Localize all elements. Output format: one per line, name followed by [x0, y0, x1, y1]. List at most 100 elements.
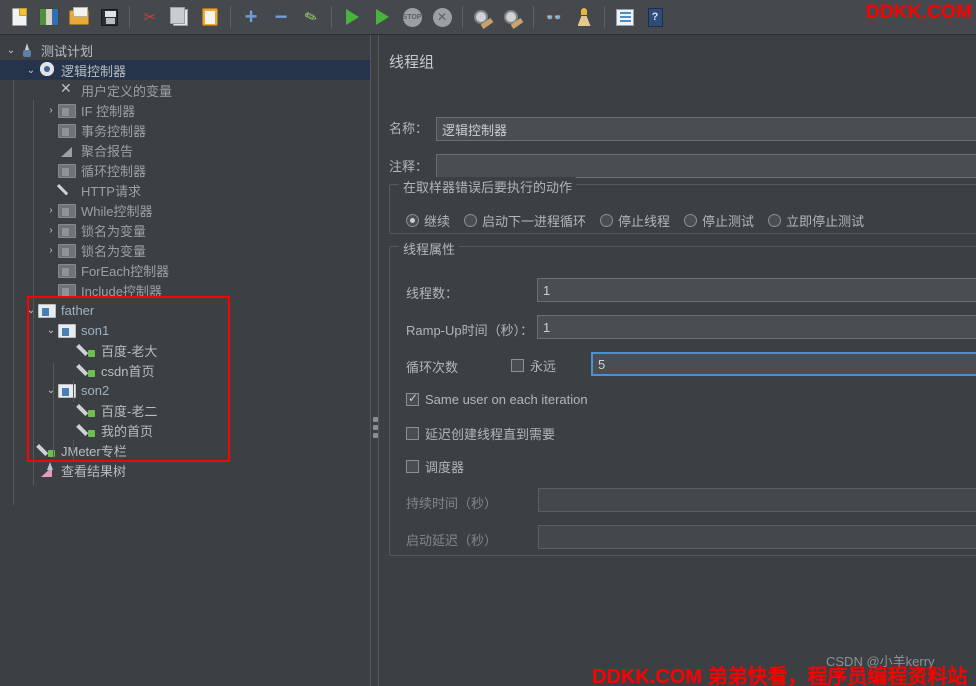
- scheduler-checkbox[interactable]: [406, 460, 419, 473]
- help-icon[interactable]: ?: [640, 2, 670, 32]
- tree-node[interactable]: › While控制器: [0, 200, 370, 220]
- expand-all-icon[interactable]: +: [236, 2, 266, 32]
- cut-icon[interactable]: ✂: [135, 2, 165, 32]
- start-icon[interactable]: [337, 2, 367, 32]
- error-action-radio[interactable]: 立即停止测试: [768, 211, 864, 230]
- start-no-pauses-icon[interactable]: [367, 2, 397, 32]
- gear-icon: [38, 62, 56, 78]
- tree-node[interactable]: ·百度-老二: [0, 400, 370, 420]
- error-action-radio[interactable]: 继续: [406, 211, 450, 230]
- tree-node[interactable]: ⌄ son1: [0, 320, 370, 340]
- log-viewer-icon[interactable]: [610, 2, 640, 32]
- error-action-radio-label: 继续: [424, 214, 451, 229]
- tree-node-label: 聚合报告: [81, 143, 134, 159]
- tree-node[interactable]: ⌄ son2: [0, 380, 370, 400]
- tree-node[interactable]: · 用户定义的变量: [0, 80, 370, 100]
- controller-icon: [58, 263, 76, 278]
- shutdown-icon[interactable]: ✕: [427, 2, 457, 32]
- toggle-icon[interactable]: ✎: [296, 2, 326, 32]
- chevron-down-icon[interactable]: ⌄: [44, 325, 58, 336]
- error-action-radio[interactable]: 停止测试: [684, 211, 754, 230]
- divider-grip[interactable]: [373, 417, 378, 441]
- paste-icon[interactable]: [195, 2, 225, 32]
- tree-node[interactable]: · ForEach控制器: [0, 260, 370, 280]
- rampup-input[interactable]: [537, 315, 976, 339]
- radio-indicator[interactable]: [768, 214, 782, 227]
- chevron-down-icon[interactable]: ⌄: [44, 385, 58, 396]
- tree-node[interactable]: › IF 控制器: [0, 100, 370, 120]
- radio-indicator[interactable]: [684, 214, 698, 227]
- error-action-radio-label: 启动下一进程循环: [482, 214, 587, 229]
- tree-node[interactable]: ·JMeter专栏: [0, 440, 370, 460]
- name-input[interactable]: [436, 117, 976, 141]
- tree-node[interactable]: ⌄ 逻辑控制器: [0, 60, 370, 80]
- rampup-label: Ramp-Up时间（秒）：: [406, 323, 534, 338]
- pen-green-icon: [78, 342, 96, 358]
- test-plan-tree[interactable]: ⌄测试计划⌄逻辑控制器·用户定义的变量›IF 控制器·事务控制器·聚合报告·循环…: [0, 35, 370, 686]
- tree-node-label: 百度-老大: [101, 343, 158, 359]
- radio-indicator[interactable]: [464, 214, 478, 227]
- delay-create-label: 延迟创建线程直到需要: [425, 427, 556, 442]
- tree-node-label: 逻辑控制器: [61, 63, 127, 79]
- open-folder-icon[interactable]: [64, 2, 94, 32]
- copy-icon[interactable]: [165, 2, 195, 32]
- startup-delay-input[interactable]: [538, 525, 976, 549]
- tree-node[interactable]: ·csdn首页: [0, 360, 370, 380]
- comment-input[interactable]: [436, 154, 976, 178]
- sampler-error-action-title: 在取样器错误后要执行的动作: [399, 177, 577, 196]
- delay-create-checkbox[interactable]: [406, 427, 419, 440]
- tree-node[interactable]: › 锁名为变量: [0, 220, 370, 240]
- tree-node[interactable]: ⌄ father: [0, 300, 370, 320]
- tree-node-label: son2: [81, 382, 110, 398]
- tree-node[interactable]: ·我的首页: [0, 420, 370, 440]
- error-action-radio[interactable]: 停止线程: [600, 211, 670, 230]
- reset-search-broom-icon[interactable]: [569, 2, 599, 32]
- chevron-right-icon[interactable]: ›: [44, 105, 58, 116]
- tree-node-label: Include控制器: [81, 283, 162, 299]
- tree-node[interactable]: · Include控制器: [0, 280, 370, 300]
- chevron-right-icon[interactable]: ›: [44, 245, 58, 256]
- tree-node[interactable]: ⌄ 测试计划: [0, 40, 370, 60]
- tree-node[interactable]: ·百度-老大: [0, 340, 370, 360]
- tree-spacer: ·: [44, 285, 58, 296]
- radio-indicator[interactable]: [406, 214, 419, 227]
- forever-checkbox-row[interactable]: 永远: [511, 356, 556, 375]
- threads-input[interactable]: [537, 278, 976, 302]
- tree-node[interactable]: · 聚合报告: [0, 140, 370, 160]
- scheduler-checkbox-row[interactable]: 调度器: [406, 457, 464, 476]
- error-action-radio[interactable]: 启动下一进程循环: [464, 211, 586, 230]
- forever-checkbox[interactable]: [511, 359, 524, 372]
- collapse-all-icon[interactable]: −: [266, 2, 296, 32]
- comment-row: 注释：: [389, 156, 434, 175]
- chevron-down-icon[interactable]: ⌄: [24, 65, 38, 76]
- tree-spacer: ·: [44, 185, 58, 196]
- tree-node[interactable]: · 查看结果树: [0, 460, 370, 480]
- tree-node-label: JMeter专栏: [61, 443, 127, 459]
- radio-indicator[interactable]: [600, 214, 614, 227]
- save-icon[interactable]: [94, 2, 124, 32]
- templates-icon[interactable]: [34, 2, 64, 32]
- chevron-right-icon[interactable]: ›: [44, 205, 58, 216]
- tree-node[interactable]: · HTTP请求: [0, 180, 370, 200]
- pen-green-icon: [78, 402, 96, 418]
- same-user-checkbox[interactable]: [406, 391, 419, 406]
- tree-node[interactable]: › 锁名为变量: [0, 240, 370, 260]
- clear-all-icon[interactable]: [498, 2, 528, 32]
- new-file-icon[interactable]: [4, 2, 34, 32]
- stop-icon[interactable]: STOP: [397, 2, 427, 32]
- chevron-right-icon[interactable]: ›: [44, 225, 58, 236]
- tree-guide-line: [33, 100, 34, 485]
- delay-create-checkbox-row[interactable]: 延迟创建线程直到需要: [406, 424, 555, 443]
- tree-node[interactable]: · 事务控制器: [0, 120, 370, 140]
- chevron-down-icon[interactable]: ⌄: [24, 305, 38, 316]
- same-user-checkbox-row[interactable]: Same user on each iteration: [406, 391, 588, 407]
- search-binoculars-icon[interactable]: 👓: [539, 2, 569, 32]
- chevron-down-icon[interactable]: ⌄: [4, 45, 18, 56]
- duration-input[interactable]: [538, 488, 976, 512]
- clear-icon[interactable]: [468, 2, 498, 32]
- split-pane-divider[interactable]: [370, 35, 379, 686]
- tree-node[interactable]: · 循环控制器: [0, 160, 370, 180]
- error-action-radio-label: 停止线程: [618, 214, 671, 229]
- watermark-ddkk-top: DDKK.COM: [865, 2, 972, 23]
- loop-count-input[interactable]: [591, 352, 976, 376]
